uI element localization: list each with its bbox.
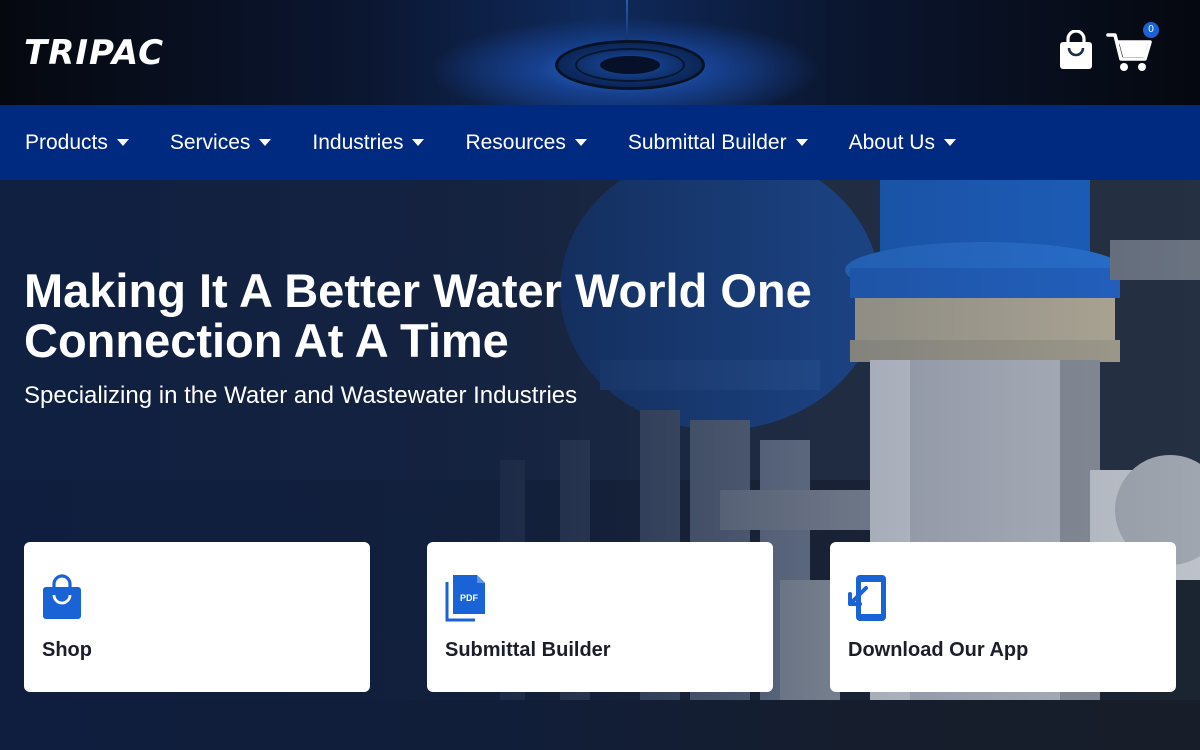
nav-item-label: Services	[169, 130, 251, 154]
water-ripple-center	[600, 56, 660, 74]
shopping-bag-icon	[1060, 29, 1092, 69]
cart-button[interactable]	[1106, 30, 1152, 74]
cart-icon	[1106, 33, 1152, 71]
hero-section: Making It A Better Water World One Conne…	[0, 180, 1200, 750]
cart-count-badge: 0	[1143, 22, 1159, 38]
caret-down-icon	[116, 139, 129, 146]
svg-text:PDF: PDF	[460, 593, 479, 603]
caret-down-icon	[259, 139, 272, 146]
nav-item-label: About Us	[848, 130, 935, 154]
pdf-file-icon: PDF	[445, 575, 485, 622]
nav-item-services[interactable]: Services	[170, 131, 272, 155]
hero-title: Making It A Better Water World One Conne…	[24, 264, 812, 367]
nav-item-label: Products	[25, 130, 108, 154]
download-app-card[interactable]: Download Our App	[830, 542, 1176, 692]
card-label: Download Our App	[848, 639, 1029, 661]
card-label: Submittal Builder	[445, 639, 611, 661]
shop-bag-button[interactable]	[1058, 29, 1094, 70]
caret-down-icon	[412, 139, 425, 146]
hero-subtitle: Specializing in the Water and Wastewater…	[24, 382, 578, 409]
nav-item-label: Industries	[312, 130, 404, 154]
caret-down-icon	[795, 139, 808, 146]
site-header: TRIPAC 0	[0, 0, 1200, 105]
caret-down-icon	[574, 139, 587, 146]
nav-item-label: Resources	[465, 130, 566, 154]
shop-card[interactable]: Shop	[24, 542, 370, 692]
mobile-download-icon	[848, 575, 886, 621]
card-label: Shop	[42, 639, 92, 661]
nav-item-resources[interactable]: Resources	[465, 130, 587, 155]
shopping-bag-icon	[43, 574, 81, 619]
nav-item-about-us[interactable]: About Us	[849, 131, 956, 155]
site-logo[interactable]: TRIPAC	[24, 34, 164, 72]
nav-item-industries[interactable]: Industries	[312, 130, 425, 155]
nav-item-products[interactable]: Products	[25, 131, 129, 155]
caret-down-icon	[943, 139, 956, 146]
nav-item-label: Submittal Builder	[627, 130, 787, 154]
nav-item-submittal-builder[interactable]: Submittal Builder	[628, 131, 808, 155]
submittal-builder-card[interactable]: PDF Submittal Builder	[427, 542, 773, 692]
main-nav: Products Services Industries Resources S…	[0, 105, 1200, 180]
